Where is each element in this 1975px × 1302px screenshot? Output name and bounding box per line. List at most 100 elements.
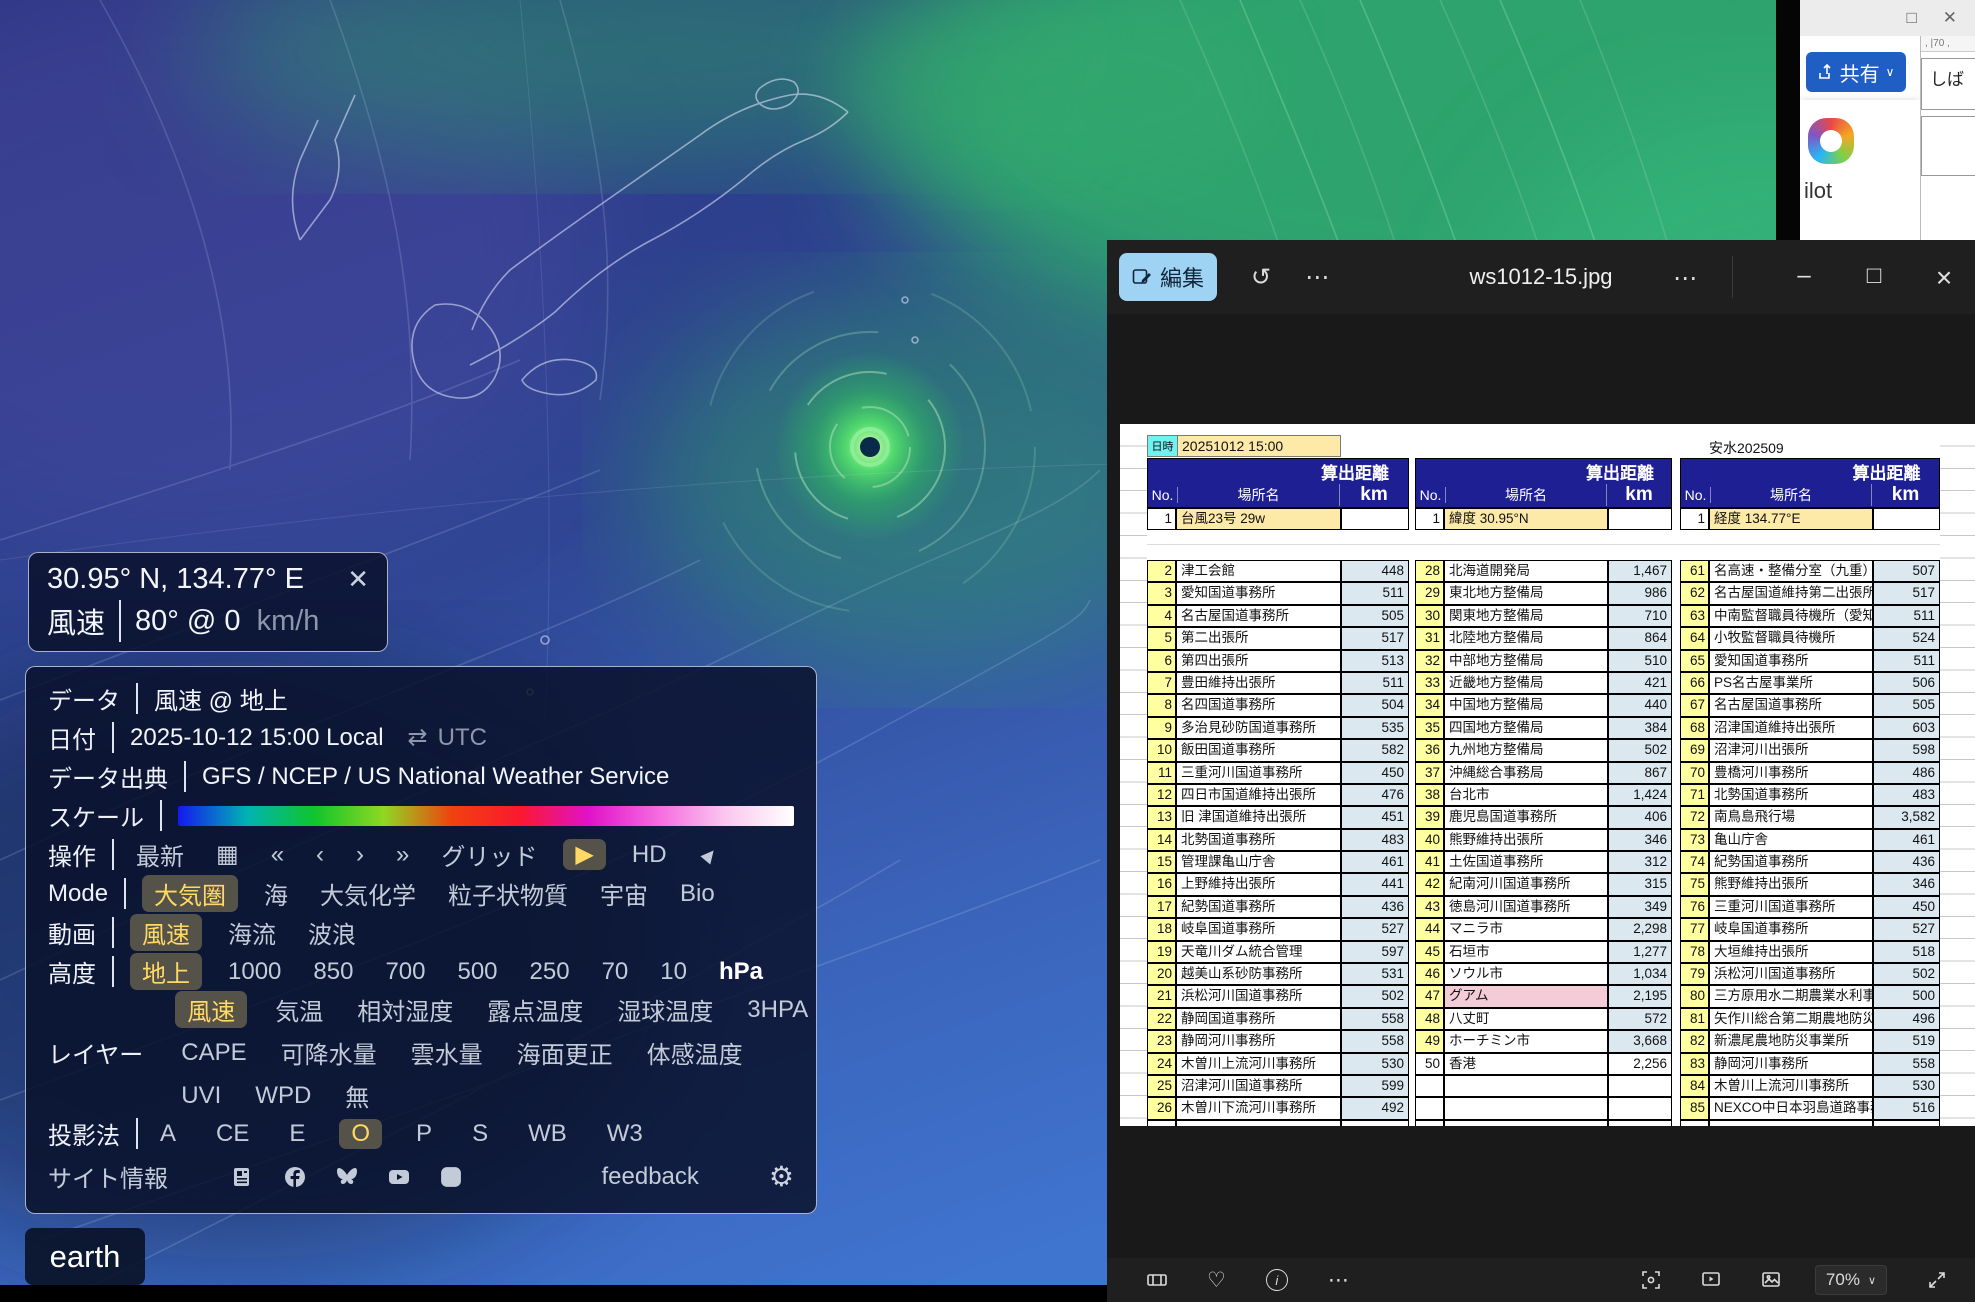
option-海流[interactable]: 海流 [222, 914, 282, 951]
option-O[interactable]: O [339, 1119, 382, 1149]
favorite-heart-icon[interactable]: ♡ [1207, 1268, 1226, 1293]
option-HD[interactable]: HD [626, 840, 673, 870]
word-titlebar: □ ✕ [1800, 0, 1975, 36]
word-close-button[interactable]: ✕ [1943, 8, 1957, 28]
option-体感温度[interactable]: 体感温度 [641, 1034, 749, 1071]
maximize-button[interactable]: □ [1859, 262, 1889, 290]
option-70[interactable]: 70 [596, 957, 635, 987]
row-place-name: 第四出張所 [1176, 650, 1341, 672]
word-maximize-button[interactable]: □ [1906, 8, 1916, 28]
row-no: 36 [1415, 739, 1444, 761]
distance-header: 算出距離 [1300, 459, 1410, 484]
data-value[interactable]: 風速 @ 地上 [154, 681, 288, 716]
utc-toggle[interactable]: UTC [438, 724, 487, 752]
option-気温[interactable]: 気温 [269, 991, 329, 1028]
option-相対湿度[interactable]: 相対湿度 [351, 991, 459, 1028]
fullscreen-icon[interactable] [1927, 1270, 1947, 1290]
option-700[interactable]: 700 [379, 957, 431, 987]
locate-icon[interactable]: ▲ [687, 833, 731, 876]
option-›[interactable]: › [350, 840, 370, 870]
zoom-fit-icon[interactable] [1641, 1270, 1661, 1290]
share-button[interactable]: 共有 ∨ [1806, 52, 1906, 92]
option-500[interactable]: 500 [451, 957, 503, 987]
row-no: 17 [1147, 896, 1176, 918]
option-露点温度[interactable]: 露点温度 [481, 991, 589, 1028]
utc-toggle-icon[interactable]: ⇄ [408, 723, 428, 752]
close-icon[interactable]: ✕ [347, 564, 369, 595]
rotate-icon[interactable]: ↺ [1251, 263, 1271, 292]
option-W3[interactable]: W3 [601, 1119, 649, 1149]
close-button[interactable]: × [1929, 262, 1959, 294]
youtube-icon[interactable] [384, 1162, 414, 1192]
row1-name: 緯度 30.95°N [1444, 508, 1608, 530]
document-cell[interactable]: しば [1921, 58, 1975, 110]
option-WPD[interactable]: WPD [249, 1081, 317, 1111]
copilot-icon[interactable] [1808, 118, 1854, 164]
option-海[interactable]: 海 [258, 875, 294, 912]
option-850[interactable]: 850 [307, 957, 359, 987]
option-無[interactable]: 無 [339, 1077, 375, 1114]
more-options-icon[interactable]: ⋯ [1305, 263, 1329, 292]
option-UVI[interactable]: UVI [175, 1081, 227, 1111]
facebook-icon[interactable] [280, 1162, 310, 1192]
option-可降水量[interactable]: 可降水量 [275, 1034, 383, 1071]
option-WB[interactable]: WB [522, 1119, 573, 1149]
option-CE[interactable]: CE [210, 1119, 255, 1149]
option-グリッド[interactable]: グリッド [435, 836, 543, 873]
option-海面更正[interactable]: 海面更正 [511, 1034, 619, 1071]
row-distance-km: 436 [1341, 896, 1409, 918]
color-scale-bar[interactable] [178, 806, 794, 826]
header-group: 算出距離No.場所名km [1680, 458, 1940, 508]
option-地上[interactable]: 地上 [130, 953, 202, 990]
option-3HPA[interactable]: 3HPA [741, 995, 814, 1025]
option-CAPE[interactable]: CAPE [175, 1038, 252, 1068]
edit-button[interactable]: 編集 [1119, 253, 1217, 301]
option-S[interactable]: S [466, 1119, 494, 1149]
table-row: 5第二出張所51731北陸地方整備局86464小牧監督職員待機所524 [1147, 627, 1975, 649]
option-«[interactable]: « [265, 840, 290, 870]
option-波浪[interactable]: 波浪 [302, 914, 362, 951]
option-風速[interactable]: 風速 [130, 914, 202, 951]
option-粒子状物質[interactable]: 粒子状物質 [442, 875, 574, 912]
option-大気圏[interactable]: 大気圏 [142, 875, 238, 912]
option-E[interactable]: E [283, 1119, 311, 1149]
more-options-icon[interactable]: ⋯ [1328, 1268, 1349, 1293]
filmstrip-icon[interactable] [1147, 1270, 1167, 1290]
minimize-button[interactable]: – [1789, 262, 1819, 290]
option-雲水量[interactable]: 雲水量 [405, 1034, 489, 1071]
option-A[interactable]: A [154, 1119, 182, 1149]
option-Bio[interactable]: Bio [674, 879, 721, 909]
option-大気化学[interactable]: 大気化学 [314, 875, 422, 912]
option-最新[interactable]: 最新 [130, 836, 190, 873]
option-250[interactable]: 250 [524, 957, 576, 987]
datetime-value-cell: 20251012 15:00 [1177, 435, 1341, 457]
more-options-icon[interactable]: ⋯ [1673, 264, 1697, 293]
option-»[interactable]: » [390, 840, 415, 870]
row-place-name: 熊野維持出張所 [1444, 829, 1608, 851]
zoom-level-dropdown[interactable]: 70% ∨ [1815, 1265, 1887, 1295]
settings-gear-icon[interactable]: ⚙ [769, 1160, 794, 1193]
news-icon[interactable] [228, 1162, 258, 1192]
site-info-link[interactable]: サイト情報 [48, 1159, 168, 1194]
option-宇宙[interactable]: 宇宙 [594, 875, 654, 912]
earth-menu-button[interactable]: earth [25, 1228, 145, 1285]
option-10[interactable]: 10 [654, 957, 693, 987]
table-row: 17紀勢国道事務所43643徳島河川国道事務所34976三重河川国道事務所450 [1147, 896, 1975, 918]
document-cell[interactable] [1921, 116, 1975, 176]
option-風速[interactable]: 風速 [175, 991, 247, 1028]
feedback-link[interactable]: feedback [601, 1163, 698, 1191]
row-distance-km: 558 [1341, 1008, 1409, 1030]
image-icon[interactable] [1761, 1270, 1781, 1290]
option-‹[interactable]: ‹ [310, 840, 330, 870]
option-湿球温度[interactable]: 湿球温度 [611, 991, 719, 1028]
row-no: 67 [1680, 694, 1709, 716]
calendar-icon[interactable]: ▦ [210, 839, 245, 870]
option-P[interactable]: P [410, 1119, 438, 1149]
row-distance-km: 511 [1873, 605, 1940, 627]
instagram-icon[interactable] [436, 1162, 466, 1192]
info-icon[interactable]: i [1266, 1269, 1288, 1291]
slideshow-icon[interactable] [1701, 1270, 1721, 1290]
option-1000[interactable]: 1000 [222, 957, 287, 987]
bluesky-icon[interactable] [332, 1162, 362, 1192]
play-icon[interactable]: ▶ [563, 839, 605, 870]
